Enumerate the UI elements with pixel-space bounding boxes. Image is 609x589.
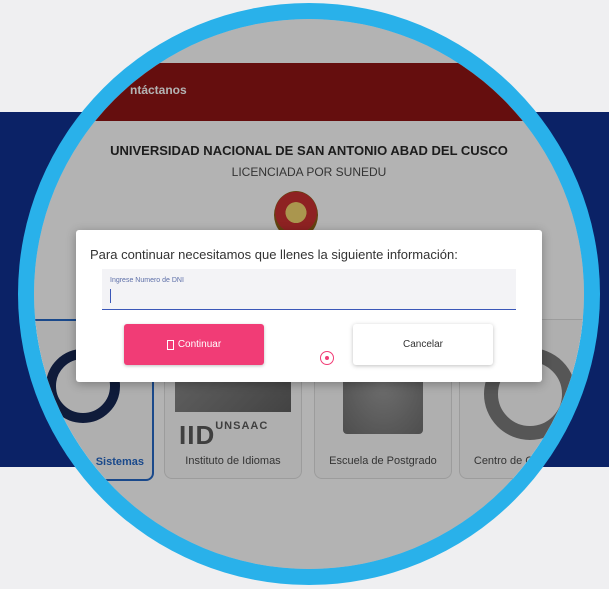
continue-icon — [166, 339, 174, 350]
cancel-button[interactable]: Cancelar — [353, 324, 493, 365]
dni-dialog: Para continuar necesitamos que llenes la… — [76, 230, 542, 382]
cursor-indicator-icon — [320, 351, 334, 365]
dni-field-label: Ingrese Numero de DNI — [110, 277, 184, 284]
dni-field[interactable]: Ingrese Numero de DNI — [102, 269, 516, 310]
continue-button-label: Continuar — [177, 339, 222, 350]
dni-input[interactable] — [110, 289, 507, 303]
continue-button[interactable]: Continuar — [124, 324, 264, 365]
dialog-message: Para continuar necesitamos que llenes la… — [90, 247, 458, 262]
